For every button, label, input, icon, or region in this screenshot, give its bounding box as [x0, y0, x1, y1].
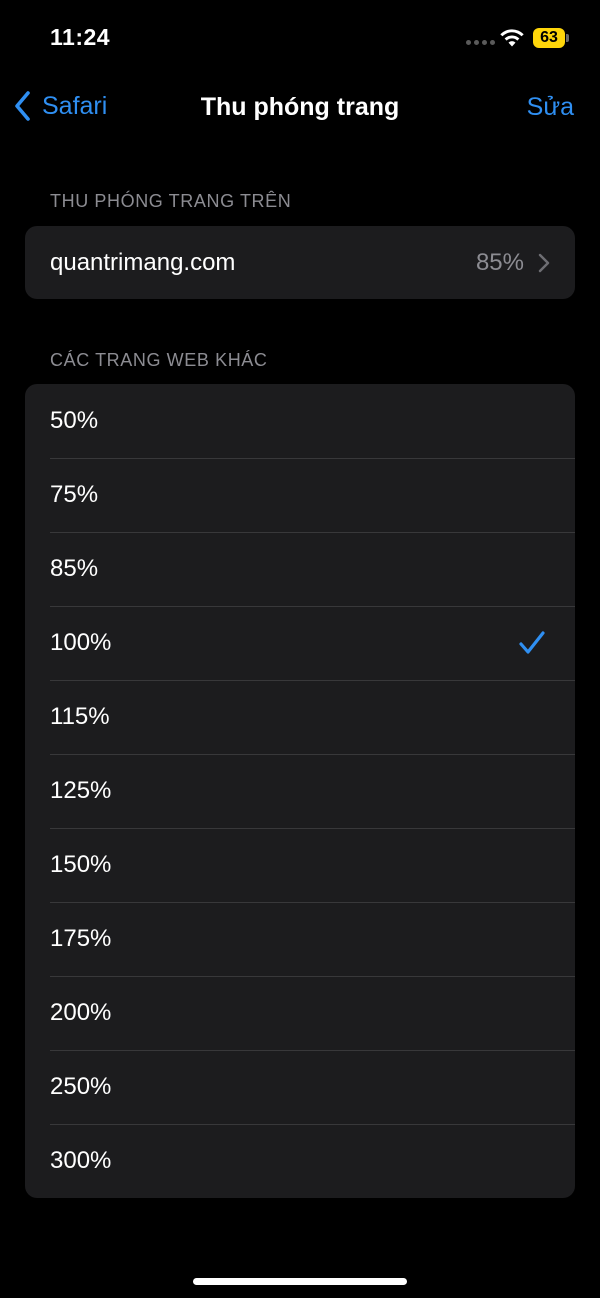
site-section-header: THU PHÓNG TRANG TRÊN — [50, 191, 292, 211]
zoom-option-row[interactable]: 125% — [25, 754, 575, 828]
zoom-option-label: 125% — [50, 777, 112, 804]
zoom-option-label: 100% — [50, 629, 112, 656]
zoom-option-row[interactable]: 150% — [25, 828, 575, 902]
chevron-right-icon — [538, 253, 550, 272]
zoom-option-label: 175% — [50, 925, 112, 952]
zoom-option-label: 85% — [50, 555, 99, 582]
site-zoom-value: 85% — [475, 248, 524, 276]
page-title: Thu phóng trang — [200, 93, 400, 121]
zoom-option-row[interactable]: 300% — [25, 1124, 575, 1198]
status-time: 11:24 — [50, 24, 111, 50]
site-name: quantrimang.com — [50, 248, 236, 276]
zoom-option-label: 250% — [50, 1073, 112, 1100]
zoom-options-group: 50% 75% 85% 100% 115% 125% 150% 175% 200… — [25, 384, 575, 1198]
other-section-header: CÁC TRANG WEB KHÁC — [50, 350, 268, 370]
status-bar: 11:24 63 — [0, 0, 600, 80]
zoom-option-label: 150% — [50, 851, 112, 878]
zoom-option-row[interactable]: 250% — [25, 1050, 575, 1124]
zoom-option-label: 200% — [50, 999, 112, 1026]
site-group: quantrimang.com 85% — [25, 226, 575, 299]
zoom-option-row-selected[interactable]: 100% — [25, 606, 575, 680]
zoom-option-row[interactable]: 200% — [25, 976, 575, 1050]
zoom-option-row[interactable]: 75% — [25, 458, 575, 532]
edit-button[interactable]: Sửa — [527, 92, 574, 122]
zoom-option-label: 115% — [50, 703, 110, 730]
zoom-option-label: 300% — [50, 1147, 112, 1174]
navigation-bar: Safari Thu phóng trang Sửa — [0, 80, 600, 134]
wifi-icon — [500, 29, 524, 47]
checkmark-icon — [519, 631, 545, 654]
home-indicator[interactable] — [193, 1278, 407, 1285]
zoom-option-label: 75% — [50, 481, 99, 508]
battery-indicator: 63 — [533, 28, 569, 48]
zoom-option-row[interactable]: 85% — [25, 532, 575, 606]
cellular-signal-icon — [466, 40, 495, 45]
battery-level: 63 — [533, 28, 565, 48]
zoom-option-label: 50% — [50, 407, 99, 434]
site-zoom-row[interactable]: quantrimang.com 85% — [25, 226, 575, 299]
zoom-option-row[interactable]: 50% — [25, 384, 575, 458]
zoom-option-row[interactable]: 175% — [25, 902, 575, 976]
battery-cap — [566, 34, 569, 42]
screen: 11:24 63 Safari Thu phóng trang Sửa THU … — [0, 0, 600, 1298]
zoom-option-row[interactable]: 115% — [25, 680, 575, 754]
